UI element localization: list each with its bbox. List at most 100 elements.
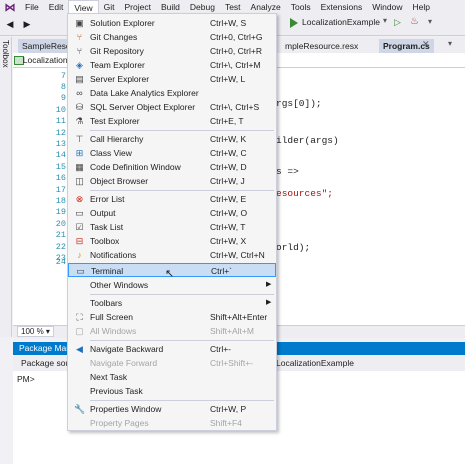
code-line: rgs[0]); bbox=[276, 98, 322, 109]
line-number: 24 bbox=[55, 257, 66, 267]
menu-file[interactable]: File bbox=[20, 0, 44, 14]
menu-item-notifications[interactable]: ♪ Notifications Ctrl+W, Ctrl+N bbox=[68, 248, 276, 262]
hot-reload-icon[interactable]: ♨ bbox=[410, 16, 419, 27]
menu-item-class-view[interactable]: ⊞ Class View Ctrl+W, C bbox=[68, 146, 276, 160]
line-number: 13 bbox=[55, 139, 66, 149]
menu-separator bbox=[90, 340, 274, 341]
toolbox-strip bbox=[0, 37, 12, 337]
toolbar-overflow-icon[interactable]: ▾ bbox=[428, 17, 432, 26]
menu-item-git-repository[interactable]: ⑂ Git Repository Ctrl+0, Ctrl+R bbox=[68, 44, 276, 58]
toolbox-tab[interactable]: Toolbox bbox=[1, 40, 10, 68]
menu-item-full-screen[interactable]: ⛶ Full Screen Shift+Alt+Enter bbox=[68, 310, 276, 324]
tab-list-dropdown-icon[interactable]: ▾ bbox=[448, 39, 452, 48]
console-prompt: PM> bbox=[17, 374, 35, 384]
code-line: esources"; bbox=[276, 188, 334, 199]
output-icon: ▭ bbox=[75, 208, 84, 218]
menu-debug[interactable]: Debug bbox=[185, 0, 220, 14]
menu-item-output[interactable]: ▭ Output Ctrl+W, O bbox=[68, 206, 276, 220]
mouse-cursor-icon: ↖ bbox=[165, 268, 175, 280]
menu-item-toolbox[interactable]: ⊟ Toolbox Ctrl+W, X bbox=[68, 234, 276, 248]
menu-item-sql-server[interactable]: ⛁ SQL Server Object Explorer Ctrl+\, Ctr… bbox=[68, 100, 276, 114]
close-tab-icon[interactable]: ✕ bbox=[422, 39, 430, 50]
menu-help[interactable]: Help bbox=[407, 0, 434, 14]
menu-item-error-list[interactable]: ⊗ Error List Ctrl+W, E bbox=[68, 192, 276, 206]
menu-bar: ⋈ File Edit View Git Project Build Debug… bbox=[0, 0, 465, 14]
menu-item-server-explorer[interactable]: ▤ Server Explorer Ctrl+W, L bbox=[68, 72, 276, 86]
back-icon[interactable]: ◀ bbox=[3, 18, 17, 32]
menu-item-property-pages: Property Pages Shift+F4 bbox=[90, 418, 242, 428]
start-target-label[interactable]: LocalizationExample bbox=[302, 17, 380, 27]
sql-server-icon: ⛁ bbox=[75, 102, 84, 112]
line-number: 19 bbox=[55, 207, 66, 217]
menu-separator bbox=[90, 130, 274, 131]
start-target-dropdown-icon[interactable]: ▾ bbox=[383, 16, 387, 25]
navigate-backward-icon: ◀ bbox=[76, 344, 83, 354]
menu-item-solution-explorer[interactable]: ▣ Solution Explorer Ctrl+W, S bbox=[68, 16, 276, 30]
code-line: ilder(args) bbox=[276, 135, 339, 146]
call-hierarchy-icon: ⊤ bbox=[75, 134, 84, 144]
menu-build[interactable]: Build bbox=[156, 0, 185, 14]
menu-test[interactable]: Test bbox=[220, 0, 246, 14]
menu-item-test-explorer[interactable]: ⚗ Test Explorer Ctrl+E, T bbox=[68, 114, 276, 128]
line-number: 21 bbox=[55, 230, 66, 240]
line-number: 10 bbox=[55, 105, 66, 115]
menu-git[interactable]: Git bbox=[99, 0, 120, 14]
project-combo[interactable]: Localization bbox=[18, 55, 68, 65]
menu-item-data-lake[interactable]: ∞ Data Lake Analytics Explorer bbox=[68, 86, 276, 100]
menu-item-toolbars[interactable]: Toolbars ▶ bbox=[68, 296, 276, 310]
all-windows-icon: ▢ bbox=[75, 326, 84, 336]
menu-item-other-windows[interactable]: Other Windows ▶ bbox=[68, 278, 276, 292]
menu-item-team-explorer[interactable]: ◈ Team Explorer Ctrl+\, Ctrl+M bbox=[68, 58, 276, 72]
default-project-combo[interactable]: LocalizationExample bbox=[276, 358, 354, 368]
zoom-level-combo[interactable]: 100 % ▾ bbox=[17, 326, 54, 337]
menu-item-navigate-forward: Navigate Forward Ctrl+Shift+- bbox=[90, 358, 253, 368]
line-number: 7 bbox=[60, 71, 66, 81]
line-number: 16 bbox=[55, 173, 66, 183]
toolbox-icon: ⊟ bbox=[75, 236, 84, 246]
line-number: 14 bbox=[55, 150, 66, 160]
menu-item-git-changes[interactable]: ⑂ Git Changes Ctrl+0, Ctrl+G bbox=[68, 30, 276, 44]
git-repository-icon: ⑂ bbox=[76, 46, 83, 56]
menu-item-previous-task[interactable]: Previous Task bbox=[68, 384, 276, 398]
menu-edit[interactable]: Edit bbox=[44, 0, 69, 14]
error-list-icon: ⊗ bbox=[75, 194, 84, 204]
line-number: 20 bbox=[55, 219, 66, 229]
tab-sample-resource-resx[interactable]: mpleResource.resx bbox=[281, 39, 362, 53]
data-lake-icon: ∞ bbox=[76, 88, 83, 98]
code-definition-icon: ▦ bbox=[75, 162, 84, 172]
menu-item-code-definition[interactable]: ▦ Code Definition Window Ctrl+W, D bbox=[68, 160, 276, 174]
team-explorer-icon: ◈ bbox=[76, 60, 83, 70]
menu-tools[interactable]: Tools bbox=[286, 0, 316, 14]
start-debugging-icon[interactable] bbox=[290, 18, 298, 28]
object-browser-icon: ◫ bbox=[75, 176, 84, 186]
line-number: 18 bbox=[55, 196, 66, 206]
menu-item-call-hierarchy[interactable]: ⊤ Call Hierarchy Ctrl+W, K bbox=[68, 132, 276, 146]
menu-extensions[interactable]: Extensions bbox=[316, 0, 368, 14]
line-number: 11 bbox=[55, 116, 66, 126]
menu-item-object-browser[interactable]: ◫ Object Browser Ctrl+W, J bbox=[68, 174, 276, 188]
start-without-debugging-icon[interactable]: ▷ bbox=[394, 17, 401, 28]
forward-icon[interactable]: ▶ bbox=[20, 18, 34, 32]
task-list-icon: ☑ bbox=[75, 222, 84, 232]
menu-analyze[interactable]: Analyze bbox=[246, 0, 286, 14]
menu-separator bbox=[90, 400, 274, 401]
menu-item-properties-window[interactable]: 🔧 Properties Window Ctrl+W, P bbox=[68, 402, 276, 416]
test-explorer-icon: ⚗ bbox=[75, 116, 84, 126]
visual-studio-logo-icon[interactable]: ⋈ bbox=[0, 0, 20, 14]
full-screen-icon: ⛶ bbox=[76, 312, 83, 322]
git-changes-icon: ⑂ bbox=[76, 32, 83, 42]
terminal-icon: ▭ bbox=[76, 266, 85, 276]
line-number: 22 bbox=[55, 242, 66, 252]
line-number: 9 bbox=[60, 93, 66, 103]
menu-item-task-list[interactable]: ☑ Task List Ctrl+W, T bbox=[68, 220, 276, 234]
menu-view[interactable]: View bbox=[68, 0, 99, 14]
menu-project[interactable]: Project bbox=[120, 0, 156, 14]
submenu-arrow-icon: ▶ bbox=[266, 281, 272, 288]
menu-item-navigate-backward[interactable]: ◀ Navigate Backward Ctrl+- bbox=[68, 342, 276, 356]
menu-separator bbox=[90, 294, 274, 295]
properties-window-icon: 🔧 bbox=[74, 404, 86, 414]
menu-separator bbox=[90, 190, 274, 191]
menu-window[interactable]: Window bbox=[367, 0, 407, 14]
menu-item-next-task[interactable]: Next Task bbox=[68, 370, 276, 384]
line-number: 12 bbox=[55, 128, 66, 138]
